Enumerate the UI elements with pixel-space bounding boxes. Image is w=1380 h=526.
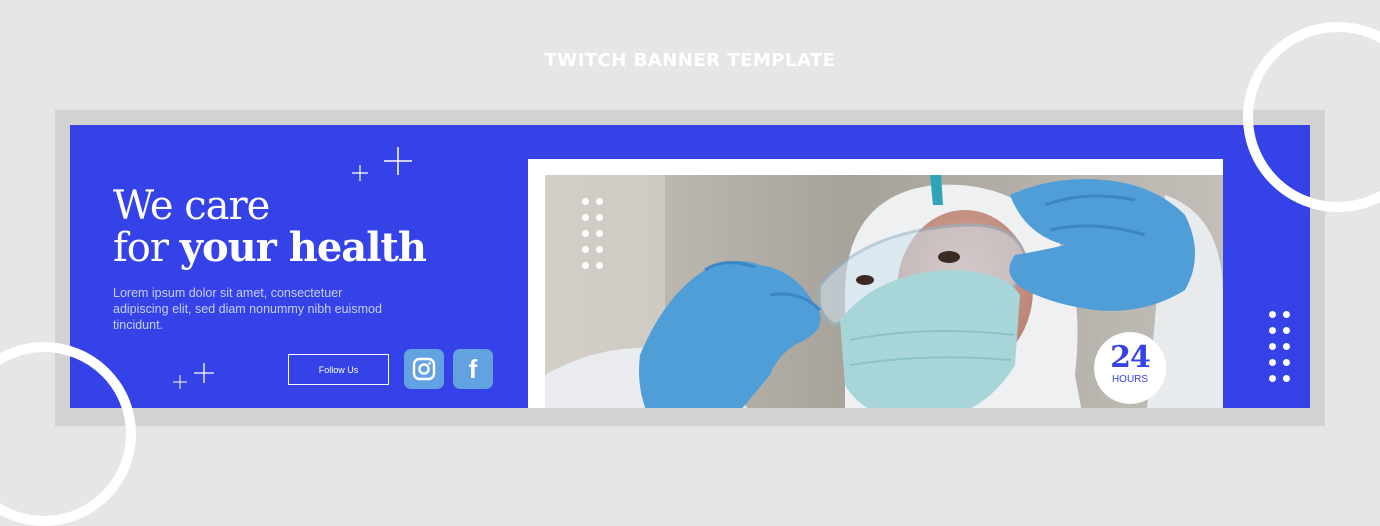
page-title: TWITCH BANNER TEMPLATE xyxy=(544,50,836,71)
headline-line-2: for your health xyxy=(113,224,427,271)
facebook-button[interactable]: f xyxy=(453,349,493,389)
sparkle-icon xyxy=(352,147,412,181)
hours-number: 24 xyxy=(1110,340,1151,375)
dot-grid-decoration xyxy=(1269,311,1299,391)
follow-us-button[interactable]: Follow Us xyxy=(288,354,389,385)
headline-line-2-prefix: for xyxy=(113,225,180,271)
sparkle-icon xyxy=(173,363,214,389)
blue-panel: We care for your health Lorem ipsum dolo… xyxy=(70,125,1310,408)
dot-grid-decoration xyxy=(582,198,612,278)
hours-label: HOURS xyxy=(1111,374,1149,385)
body-text: Lorem ipsum dolor sit amet, consectetuer… xyxy=(113,286,382,332)
instagram-icon xyxy=(412,357,436,381)
banner-template: We care for your health Lorem ipsum dolo… xyxy=(55,110,1325,426)
facebook-icon: f xyxy=(468,354,478,384)
hours-badge: 24 HOURS xyxy=(1094,332,1166,404)
headline-line-2-bold: your health xyxy=(179,224,427,271)
headline: We care for your health xyxy=(113,185,427,271)
instagram-button[interactable] xyxy=(404,349,444,389)
